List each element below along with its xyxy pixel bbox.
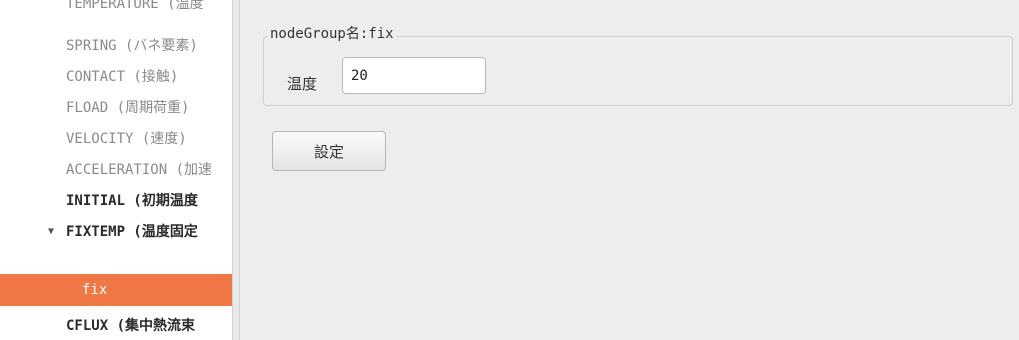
boundary-condition-tree: TEMPERATURE (温度 SPRING (バネ要素) CONTACT (接…: [0, 0, 232, 340]
tree-item-label: FLOAD (周期荷重): [66, 100, 190, 116]
node-group-legend: nodeGroup名:fix: [268, 25, 396, 43]
tree-item-label: TEMPERATURE (温度: [66, 0, 204, 12]
expander-triangle-icon[interactable]: ▼: [48, 216, 54, 248]
tree-item-label: INITIAL (初期温度: [66, 193, 198, 209]
tree-item-spring[interactable]: SPRING (バネ要素): [0, 30, 232, 62]
temperature-label: 温度: [287, 75, 318, 93]
settings-panel: nodeGroup名:fix 温度 設定: [242, 0, 1019, 340]
tree-item-label: fix: [82, 282, 108, 298]
tree-item-fload[interactable]: FLOAD (周期荷重): [0, 92, 232, 124]
tree-item-label: CONTACT (接触): [66, 69, 179, 85]
tree-item-acceleration[interactable]: ACCELERATION (加速: [0, 154, 232, 186]
tree-item-cflux[interactable]: CFLUX (集中熱流束: [0, 310, 232, 340]
tree-item-fix[interactable]: fix: [0, 274, 232, 306]
temperature-input[interactable]: [342, 57, 486, 94]
tree-item-label: VELOCITY (速度): [66, 131, 187, 147]
tree-item-label: SPRING (バネ要素): [66, 38, 198, 54]
tree-item-label: ACCELERATION (加速: [66, 162, 213, 178]
tree-item-fixtemp[interactable]: ▼ FIXTEMP (温度固定: [0, 216, 232, 248]
tree-item-label: CFLUX (集中熱流束: [66, 318, 196, 334]
tree-item-velocity[interactable]: VELOCITY (速度): [0, 123, 232, 155]
pane-divider[interactable]: [232, 0, 240, 340]
tree-item-label: FIXTEMP (温度固定: [66, 224, 198, 240]
tree-item-temperature[interactable]: TEMPERATURE (温度: [0, 0, 232, 20]
set-button[interactable]: 設定: [272, 131, 386, 171]
tree-item-initial[interactable]: INITIAL (初期温度: [0, 185, 232, 217]
tree-item-contact[interactable]: CONTACT (接触): [0, 61, 232, 93]
